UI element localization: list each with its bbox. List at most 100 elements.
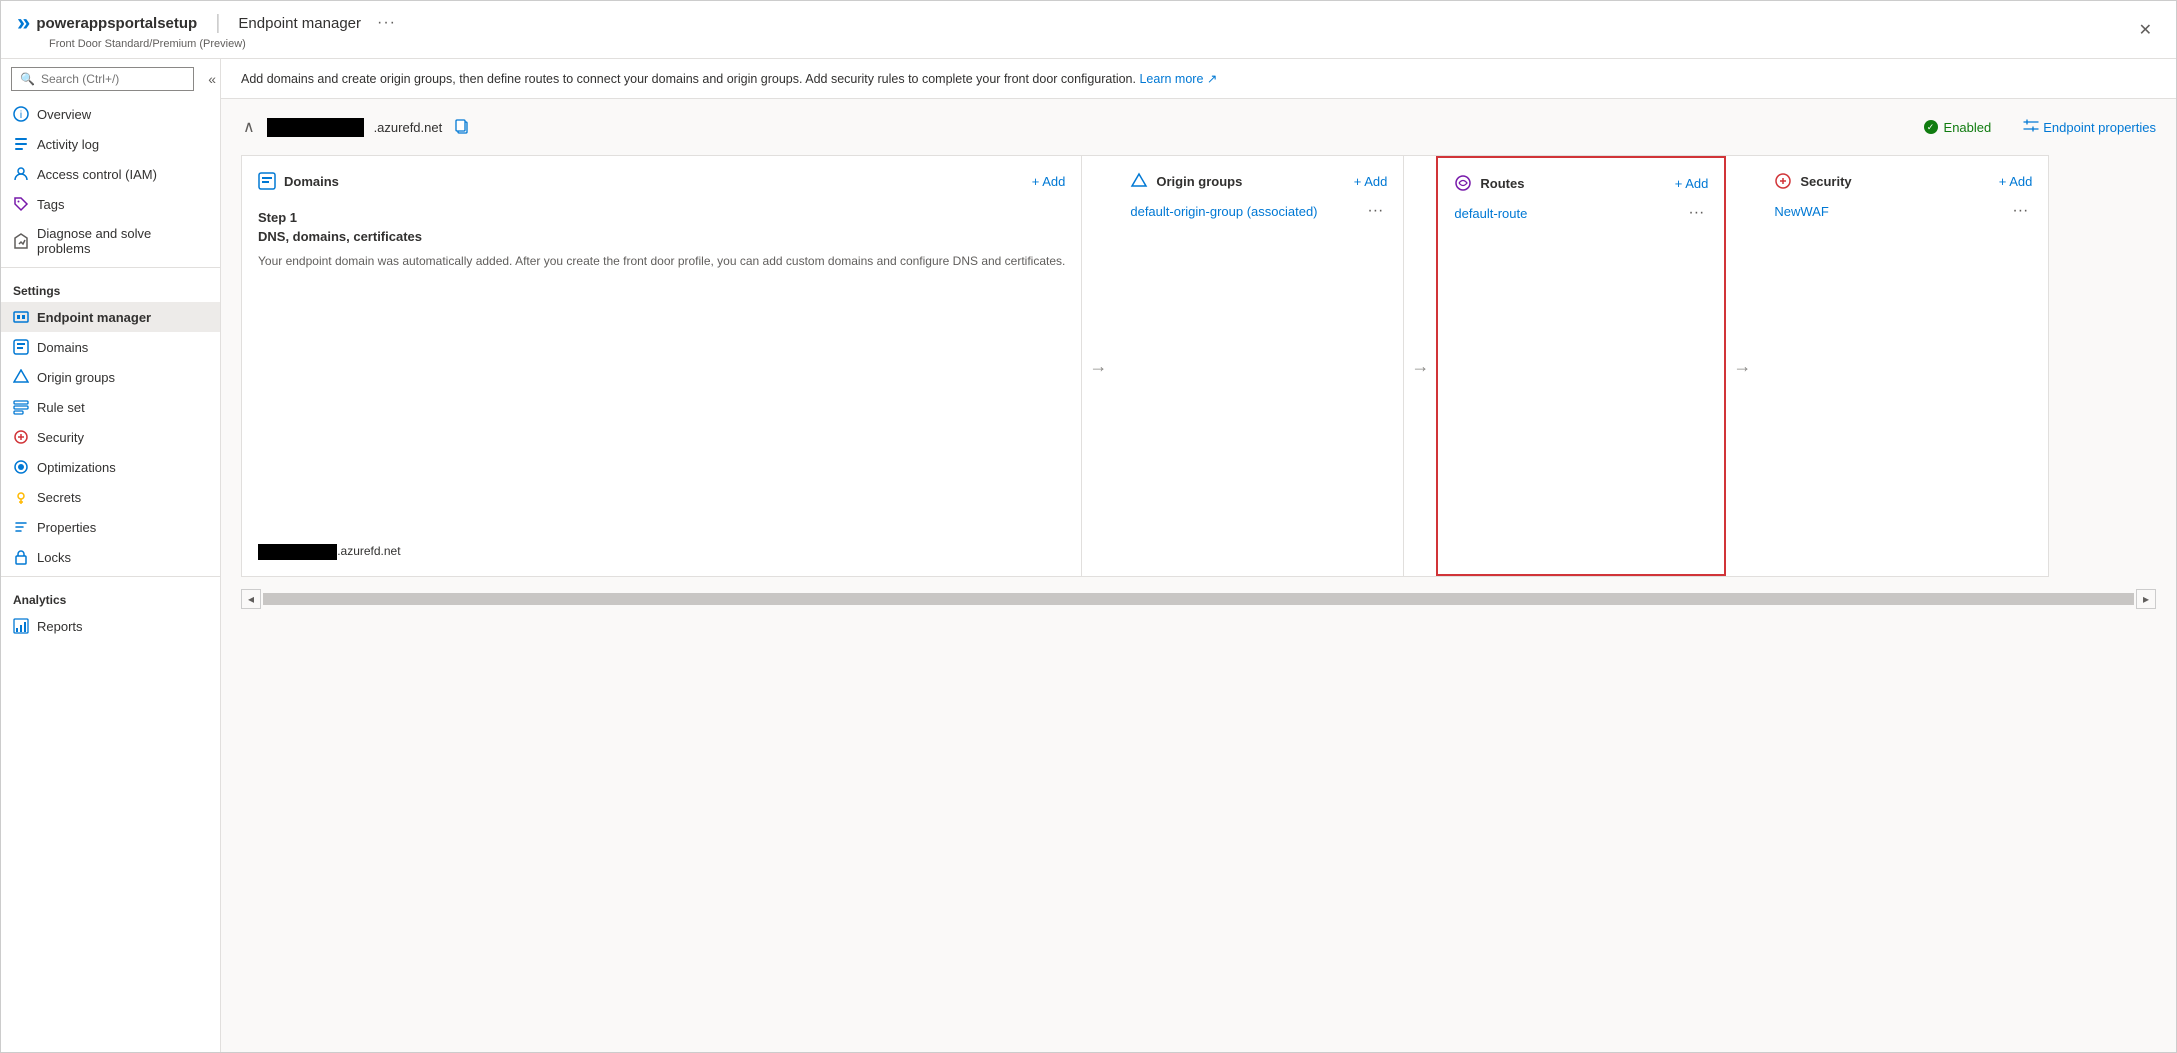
endpoint-status-label: Enabled: [1944, 120, 1992, 135]
security-card: Security + Add NewWAF ···: [1758, 156, 2048, 576]
sidebar-item-label-optimizations: Optimizations: [37, 460, 116, 475]
collapse-sidebar-button[interactable]: «: [204, 71, 220, 87]
sidebar-item-secrets[interactable]: Secrets: [1, 482, 220, 512]
routes-card-icon: [1454, 174, 1472, 192]
header-logo: » powerappsportalsetup | Endpoint manage…: [17, 9, 396, 37]
endpoint-right-actions: Enabled Endpoint properties: [1924, 118, 2156, 137]
sidebar-item-reports[interactable]: Reports: [1, 611, 220, 641]
origin-groups-card-icon: [1130, 172, 1148, 190]
routes-card-title: Routes: [1480, 176, 1666, 191]
info-bar: Add domains and create origin groups, th…: [221, 59, 2176, 99]
origin-groups-card-header: Origin groups + Add: [1130, 172, 1387, 190]
logo-icon: »: [17, 9, 28, 37]
sidebar-item-domains[interactable]: Domains: [1, 332, 220, 362]
step-label: Step 1: [258, 210, 1065, 225]
sidebar-divider-analytics: [1, 576, 220, 577]
analytics-section-label: Analytics: [1, 581, 220, 611]
scroll-bar[interactable]: [263, 593, 2134, 605]
security-card-title: Security: [1800, 174, 1990, 189]
sidebar-item-overview[interactable]: i Overview: [1, 99, 220, 129]
sidebar-item-label-origin-groups: Origin groups: [37, 370, 115, 385]
route-item-0: default-route ···: [1454, 204, 1708, 222]
sliders-icon: [2023, 118, 2039, 137]
sidebar-item-activity-log[interactable]: Activity log: [1, 129, 220, 159]
origin-group-dots-0[interactable]: ···: [1363, 202, 1387, 220]
sidebar-item-label-access-control: Access control (IAM): [37, 167, 157, 182]
collapse-endpoint-button[interactable]: ∧: [241, 115, 257, 139]
security-dots-0[interactable]: ···: [2008, 202, 2032, 220]
sidebar-item-label-overview: Overview: [37, 107, 91, 122]
optimizations-icon: [13, 459, 29, 475]
copy-endpoint-button[interactable]: [452, 116, 472, 139]
sidebar-item-label-properties: Properties: [37, 520, 96, 535]
main-layout: 🔍 « i Overview Activity log: [1, 59, 2176, 1052]
sidebar-item-label-security: Security: [37, 430, 84, 445]
close-button[interactable]: ✕: [2131, 16, 2160, 44]
security-card-icon: [1774, 172, 1792, 190]
rule-set-icon: [13, 399, 29, 415]
endpoint-properties-button[interactable]: Endpoint properties: [2023, 118, 2156, 137]
header-subtitle: Front Door Standard/Premium (Preview): [49, 38, 396, 50]
sidebar: 🔍 « i Overview Activity log: [1, 59, 221, 1052]
search-box[interactable]: 🔍: [11, 67, 194, 91]
endpoint-name-redacted: ████: [267, 118, 364, 137]
search-input[interactable]: [41, 72, 185, 86]
page-title: Endpoint manager: [238, 15, 361, 32]
secrets-icon: [13, 489, 29, 505]
route-dots-0[interactable]: ···: [1684, 204, 1708, 222]
origin-groups-add-button[interactable]: + Add: [1354, 174, 1388, 189]
footer-domain-suffix: .azurefd.net: [337, 544, 400, 558]
security-add-button[interactable]: + Add: [1999, 174, 2033, 189]
sidebar-item-label-locks: Locks: [37, 550, 71, 565]
sidebar-item-properties[interactable]: Properties: [1, 512, 220, 542]
header-more-button[interactable]: ···: [377, 14, 396, 32]
sidebar-item-endpoint-manager[interactable]: Endpoint manager: [1, 302, 220, 332]
origin-groups-card-title: Origin groups: [1156, 174, 1345, 189]
security-item-0: NewWAF ···: [1774, 202, 2032, 220]
sidebar-item-diagnose[interactable]: Diagnose and solve problems: [1, 219, 220, 263]
step-desc: Your endpoint domain was automatically a…: [258, 252, 1065, 270]
security-link-0[interactable]: NewWAF: [1774, 204, 2004, 219]
svg-text:i: i: [20, 110, 22, 121]
reports-icon: [13, 618, 29, 634]
domains-card-icon: [258, 172, 276, 190]
sidebar-item-security[interactable]: Security: [1, 422, 220, 452]
arrow-3: →: [1726, 356, 1758, 377]
sidebar-item-label-diagnose: Diagnose and solve problems: [37, 226, 208, 256]
learn-more-link[interactable]: Learn more ↗: [1139, 72, 1217, 86]
sidebar-item-rule-set[interactable]: Rule set: [1, 392, 220, 422]
scroll-area: ◂ ▸: [241, 585, 2156, 613]
header-separator: |: [215, 12, 220, 35]
sidebar-item-label-secrets: Secrets: [37, 490, 81, 505]
cards-container: Domains + Add Step 1 DNS, domains, certi…: [241, 155, 2049, 577]
routes-add-button[interactable]: + Add: [1675, 176, 1709, 191]
properties-icon: [13, 519, 29, 535]
cards-wrapper: Domains + Add Step 1 DNS, domains, certi…: [241, 155, 2156, 577]
sidebar-item-label-domains: Domains: [37, 340, 88, 355]
tags-icon: [13, 196, 29, 212]
endpoint-domain-suffix: .azurefd.net: [374, 120, 443, 135]
app-container: » powerappsportalsetup | Endpoint manage…: [0, 0, 2177, 1053]
domains-add-button[interactable]: + Add: [1032, 174, 1066, 189]
scroll-left-button[interactable]: ◂: [241, 589, 261, 609]
endpoint-area: ∧ ████ .azurefd.net Enabled: [221, 99, 2176, 1052]
search-icon: 🔍: [20, 72, 35, 86]
arrow-1: →: [1082, 356, 1114, 377]
sidebar-item-label-reports: Reports: [37, 619, 83, 634]
sidebar-item-locks[interactable]: Locks: [1, 542, 220, 572]
endpoint-manager-icon: [13, 309, 29, 325]
settings-section-label: Settings: [1, 272, 220, 302]
origin-group-link-0[interactable]: default-origin-group (associated): [1130, 204, 1359, 219]
sidebar-item-label-endpoint-manager: Endpoint manager: [37, 310, 151, 325]
sidebar-item-tags[interactable]: Tags: [1, 189, 220, 219]
sidebar-item-optimizations[interactable]: Optimizations: [1, 452, 220, 482]
sidebar-item-origin-groups[interactable]: Origin groups: [1, 362, 220, 392]
domains-card-header: Domains + Add: [258, 172, 1065, 190]
locks-icon: [13, 549, 29, 565]
sidebar-item-access-control[interactable]: Access control (IAM): [1, 159, 220, 189]
scroll-right-button[interactable]: ▸: [2136, 589, 2156, 609]
security-icon: [13, 429, 29, 445]
activity-log-icon: [13, 136, 29, 152]
origin-groups-icon: [13, 369, 29, 385]
route-link-0[interactable]: default-route: [1454, 206, 1680, 221]
